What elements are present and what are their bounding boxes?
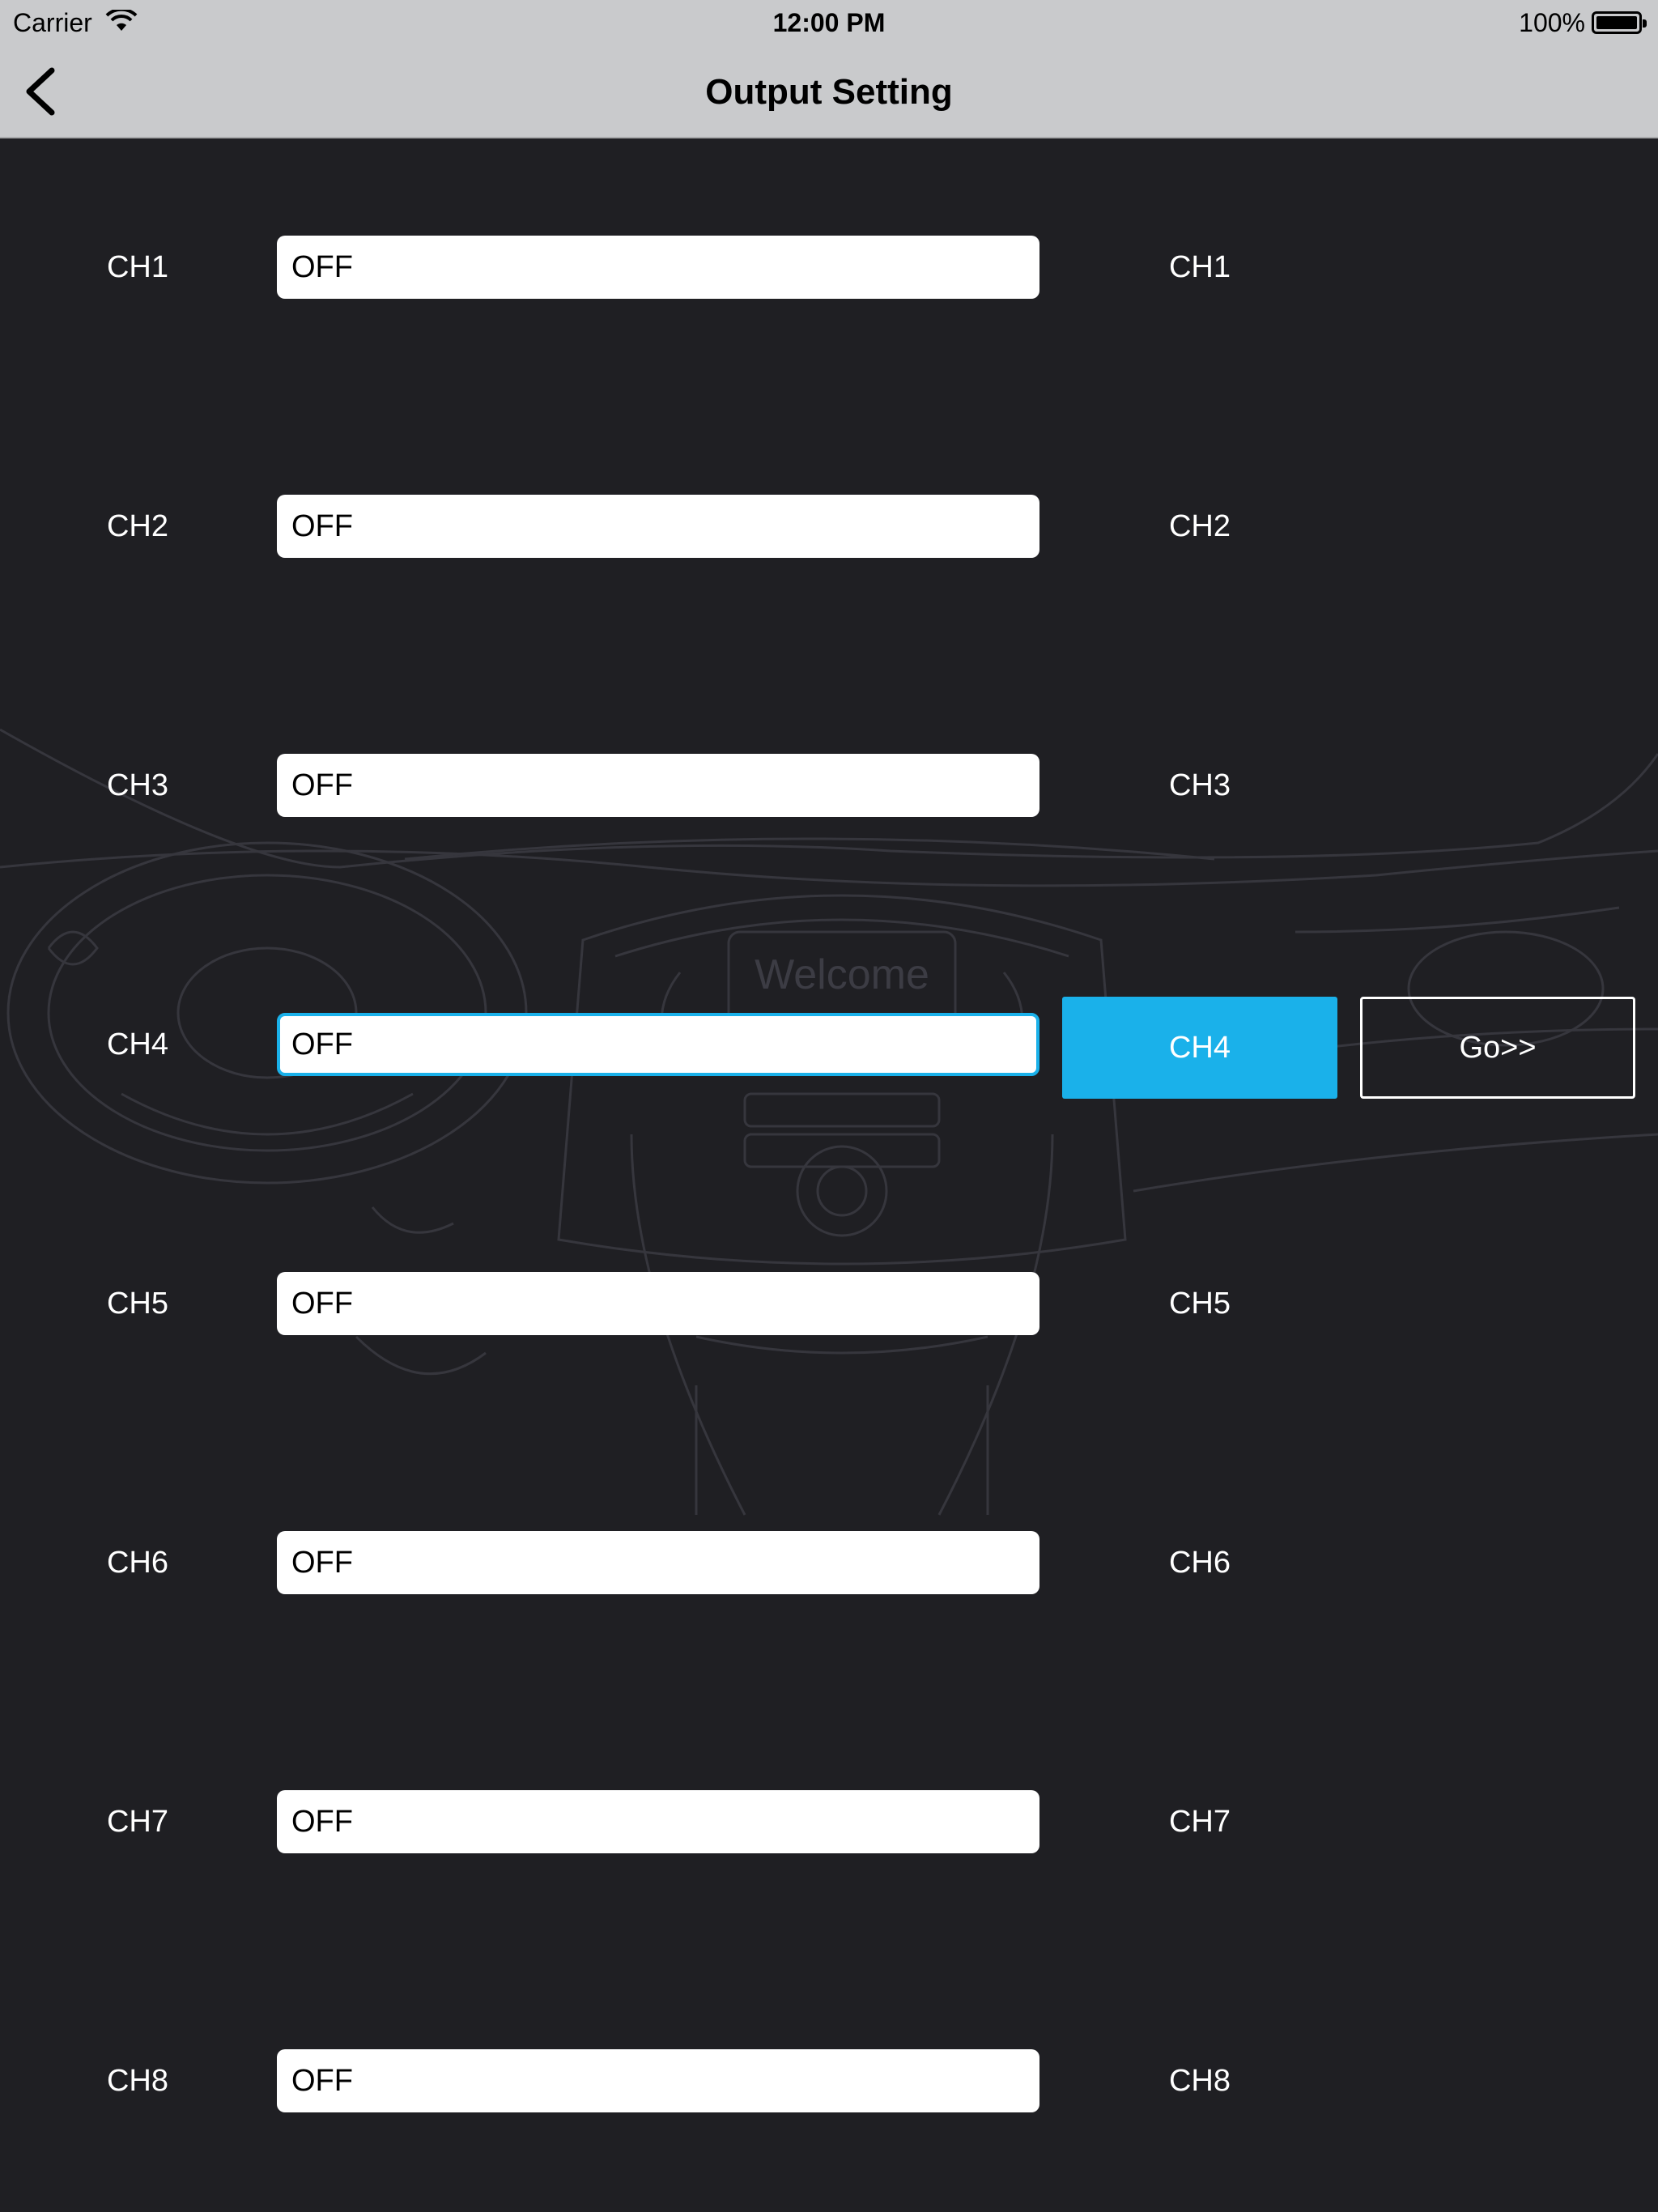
channel-label: CH7 bbox=[106, 1805, 169, 1839]
channel-label: CH2 bbox=[106, 509, 169, 543]
channel-label: CH1 bbox=[106, 250, 169, 284]
battery-percent: 100% bbox=[1519, 8, 1585, 37]
go-button[interactable]: Go>> bbox=[1360, 997, 1635, 1099]
channel-row-selected: CH4 OFF CH4 Go>> bbox=[0, 992, 1658, 1099]
channel-row: CH7 OFF CH7 bbox=[0, 1769, 1658, 1874]
dashboard-background-art: Welcome bbox=[0, 728, 1658, 1516]
channel-output-select[interactable]: OFF bbox=[277, 754, 1039, 817]
channel-label: CH3 bbox=[106, 768, 169, 802]
channel-output-select[interactable]: OFF bbox=[277, 1013, 1039, 1076]
channel-button[interactable]: CH7 bbox=[1062, 1769, 1337, 1874]
navigation-bar: Output Setting bbox=[0, 45, 1658, 138]
channel-output-select[interactable]: OFF bbox=[277, 1531, 1039, 1594]
channel-output-select[interactable]: OFF bbox=[277, 1272, 1039, 1335]
channel-button[interactable]: CH1 bbox=[1062, 215, 1337, 320]
channel-output-select[interactable]: OFF bbox=[277, 2049, 1039, 2112]
page-title: Output Setting bbox=[705, 72, 953, 112]
channel-button[interactable]: CH6 bbox=[1062, 1510, 1337, 1615]
channel-label: CH8 bbox=[106, 2064, 169, 2098]
clock: 12:00 PM bbox=[772, 8, 886, 37]
channel-row: CH8 OFF CH8 bbox=[0, 2028, 1658, 2133]
channel-label: CH6 bbox=[106, 1546, 169, 1580]
channel-button[interactable]: CH5 bbox=[1062, 1251, 1337, 1356]
channel-row: CH5 OFF CH5 bbox=[0, 1251, 1658, 1356]
channel-row: CH3 OFF CH3 bbox=[0, 733, 1658, 838]
channel-label: CH4 bbox=[106, 1027, 169, 1061]
channel-button[interactable]: CH3 bbox=[1062, 733, 1337, 838]
channel-row: CH1 OFF CH1 bbox=[0, 215, 1658, 320]
channel-button[interactable]: CH2 bbox=[1062, 474, 1337, 579]
battery-icon bbox=[1592, 11, 1647, 34]
channel-button[interactable]: CH8 bbox=[1062, 2028, 1337, 2133]
status-bar: Carrier 12:00 PM 100% bbox=[0, 0, 1658, 45]
channel-label: CH5 bbox=[106, 1287, 169, 1321]
channel-output-select[interactable]: OFF bbox=[277, 236, 1039, 299]
selected-channel-button[interactable]: CH4 bbox=[1062, 997, 1337, 1099]
channel-row: CH2 OFF CH2 bbox=[0, 474, 1658, 579]
channel-row: CH6 OFF CH6 bbox=[0, 1510, 1658, 1615]
channel-output-select[interactable]: OFF bbox=[277, 1790, 1039, 1853]
channel-output-select[interactable]: OFF bbox=[277, 495, 1039, 558]
